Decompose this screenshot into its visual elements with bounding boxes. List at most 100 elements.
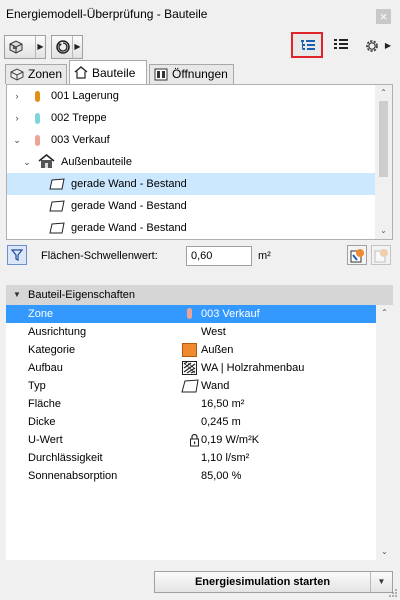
house-icon: [38, 154, 55, 168]
tree-item-label: 003 Verkauf: [51, 134, 110, 146]
tree-item-wall[interactable]: gerade Wand - Bestand: [7, 173, 375, 195]
prop-value: 003 Verkauf: [201, 308, 260, 320]
prop-value: West: [201, 326, 226, 338]
tab-label: Öffnungen: [172, 67, 228, 81]
prop-row-dicke[interactable]: Dicke 0,245 m: [6, 413, 376, 431]
chevron-down-icon[interactable]: ⌄: [12, 129, 22, 151]
tab-bauteile[interactable]: Bauteile: [69, 60, 147, 84]
chevron-right-icon[interactable]: ▶: [383, 35, 393, 57]
tree-item-label: 001 Lagerung: [51, 90, 119, 102]
remove-material-button[interactable]: [371, 245, 391, 265]
scroll-up-icon[interactable]: ⌃: [376, 305, 393, 321]
model-view-button[interactable]: ▶: [4, 35, 46, 59]
threshold-label: Flächen-Schwellenwert:: [41, 250, 158, 262]
prop-value: Außen: [201, 344, 234, 356]
collapse-icon[interactable]: ▼: [13, 285, 21, 305]
tree-item-label: 002 Treppe: [51, 112, 107, 124]
prop-row-durchlaessigkeit[interactable]: Durchlässigkeit 1,10 l/sm²: [6, 449, 376, 467]
scroll-up-icon[interactable]: ⌃: [375, 85, 392, 101]
chevron-right-icon[interactable]: ›: [12, 107, 22, 129]
prop-value: 16,50 m²: [201, 398, 245, 410]
zone-color-swatch: [35, 135, 40, 146]
tab-oeffnungen[interactable]: Öffnungen: [149, 64, 234, 84]
apply-material-button[interactable]: [347, 245, 367, 265]
prop-row-ausrichtung[interactable]: Ausrichtung West: [6, 323, 376, 341]
scroll-down-icon[interactable]: ⌄: [376, 544, 393, 560]
tree-item-wall[interactable]: gerade Wand - Bestand: [7, 217, 375, 239]
prop-row-typ[interactable]: Typ Wand: [6, 377, 376, 395]
zones-icon: [10, 68, 24, 81]
close-button[interactable]: ×: [376, 9, 391, 24]
resize-grip-icon[interactable]: [388, 588, 398, 598]
lock-icon: [190, 433, 199, 447]
wall-icon: [49, 222, 65, 234]
prop-name: Fläche: [28, 398, 62, 410]
chevron-down-icon[interactable]: ⌄: [22, 151, 32, 173]
zone-color-swatch: [35, 91, 40, 102]
material-disabled-icon: [374, 249, 388, 263]
prop-name: Durchlässigkeit: [28, 452, 103, 464]
tree-item-aussenbauteile[interactable]: ⌄ Außenbauteile: [7, 151, 375, 173]
properties-header[interactable]: ▼ Bauteil-Eigenschaften: [6, 285, 393, 305]
filter-icon: [11, 249, 23, 261]
tab-bar: Zonen Bauteile Öffnungen: [0, 60, 400, 84]
list-view-button[interactable]: [326, 32, 358, 58]
title-bar: Energiemodell-Überprüfung - Bauteile ×: [0, 0, 400, 28]
category-color-swatch: [182, 343, 197, 357]
chevron-right-icon[interactable]: ›: [12, 85, 22, 107]
scroll-down-icon[interactable]: ⌄: [375, 223, 392, 239]
prop-value: WA | Holzrahmenbau: [201, 362, 305, 374]
prop-row-zone[interactable]: Zone 003 Verkauf: [6, 305, 376, 323]
properties-title: Bauteil-Eigenschaften: [28, 289, 136, 301]
list-icon: [334, 39, 348, 49]
filter-button[interactable]: [7, 245, 27, 265]
prop-name: Kategorie: [28, 344, 76, 356]
wall-icon: [49, 200, 65, 212]
tree-item-lagerung[interactable]: › 001 Lagerung: [7, 85, 375, 107]
prop-name: Zone: [28, 308, 54, 320]
tab-label: Bauteile: [92, 66, 136, 80]
chevron-right-icon[interactable]: ▶: [35, 36, 45, 58]
gear-icon: [366, 40, 378, 52]
prop-row-sonnenabsorption[interactable]: Sonnenabsorption 85,00 %: [6, 467, 376, 485]
prop-row-aufbau[interactable]: Aufbau WA | Holzrahmenbau: [6, 359, 376, 377]
window-icon: [154, 68, 168, 81]
prop-name: Aufbau: [28, 362, 63, 374]
tree-item-wall[interactable]: gerade Wand - Bestand: [7, 195, 375, 217]
hatch-pattern-icon: [182, 361, 197, 375]
tree-item-treppe[interactable]: › 002 Treppe: [7, 107, 375, 129]
threshold-input[interactable]: 0,60: [186, 246, 252, 266]
properties-scrollbar[interactable]: ⌃ ⌄: [376, 305, 393, 560]
tree-list-icon: [301, 40, 315, 50]
element-tree[interactable]: › 001 Lagerung › 002 Treppe ⌄ 003 Verkau…: [6, 84, 393, 240]
settings-button[interactable]: ▶: [362, 35, 393, 59]
prop-row-kategorie[interactable]: Kategorie Außen: [6, 341, 376, 359]
scroll-thumb[interactable]: [379, 101, 388, 177]
prop-row-flaeche[interactable]: Fläche 16,50 m²: [6, 395, 376, 413]
tree-scrollbar[interactable]: ⌃ ⌄: [375, 85, 392, 239]
prop-name: Dicke: [28, 416, 56, 428]
threshold-unit: m²: [258, 250, 271, 262]
start-simulation-button[interactable]: Energiesimulation starten ▼: [154, 571, 393, 593]
wall-icon: [49, 178, 65, 190]
prop-value: 0,19 W/m²K: [201, 434, 260, 446]
prop-row-u-wert[interactable]: U-Wert 0,19 W/m²K: [6, 431, 376, 449]
prop-value: Wand: [201, 380, 230, 392]
prop-value: 85,00 %: [201, 470, 242, 482]
model-3d-icon: [9, 40, 23, 54]
tree-item-label: gerade Wand - Bestand: [71, 178, 187, 190]
properties-panel: Zone 003 Verkauf Ausrichtung West Katego…: [6, 305, 393, 560]
chevron-right-icon[interactable]: ▶: [72, 36, 82, 58]
refresh-icon: [56, 40, 70, 54]
wall-icon: [181, 379, 199, 393]
tab-zonen[interactable]: Zonen: [5, 64, 67, 84]
house-icon: [74, 66, 88, 79]
prop-value: 0,245 m: [201, 416, 241, 428]
prop-name: U-Wert: [28, 434, 63, 446]
prop-name: Sonnenabsorption: [28, 470, 118, 482]
tree-item-verkauf[interactable]: ⌄ 003 Verkauf: [7, 129, 375, 151]
tree-view-button[interactable]: [291, 32, 323, 58]
refresh-button[interactable]: ▶: [51, 35, 83, 59]
start-simulation-label: Energiesimulation starten: [194, 576, 331, 588]
prop-name: Typ: [28, 380, 46, 392]
